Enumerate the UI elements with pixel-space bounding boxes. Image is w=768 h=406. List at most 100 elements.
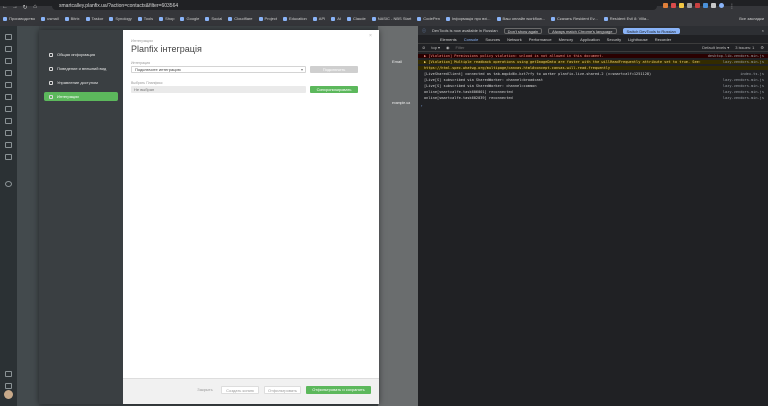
- console-source-link[interactable]: lazy-vendors.min.js: [723, 78, 764, 82]
- modal-nav-item[interactable]: Интеграции: [44, 92, 118, 101]
- bookmark-item[interactable]: Інформація про вхі...: [445, 16, 491, 21]
- bookmark-item[interactable]: Tools: [137, 16, 153, 21]
- rail-icon[interactable]: [5, 142, 12, 148]
- issues-badge[interactable]: 3 issues: 1: [735, 45, 754, 50]
- console-source-link[interactable]: lazy-vendors.min.js: [723, 90, 764, 94]
- devtools-tab-network[interactable]: Network: [507, 37, 522, 42]
- integration-select[interactable]: Подключите интеграцию ▾: [131, 66, 306, 73]
- close-icon[interactable]: ×: [369, 33, 372, 39]
- extension-icon[interactable]: [679, 3, 684, 8]
- bookmark-item[interactable]: Производство: [3, 16, 35, 21]
- bookmark-item[interactable]: CodePen: [417, 16, 440, 21]
- filter-input[interactable]: Filter: [455, 44, 697, 51]
- bookmark-item[interactable]: Education: [282, 16, 307, 21]
- extension-icon[interactable]: [687, 3, 692, 8]
- clear-console-icon[interactable]: ⊘: [422, 45, 425, 50]
- rail-icon[interactable]: [5, 46, 12, 52]
- devtools-tab-application[interactable]: Application: [580, 37, 600, 42]
- modal-nav-item[interactable]: Управление доступом: [44, 78, 118, 87]
- avatar-icon[interactable]: [719, 3, 724, 8]
- connect-button[interactable]: Подключить: [310, 66, 358, 73]
- eye-icon[interactable]: ◉: [446, 45, 450, 50]
- console-source-link[interactable]: lazy-vendors.min.js: [723, 60, 764, 64]
- rail-icon[interactable]: [5, 106, 12, 112]
- bookmark-item[interactable]: Cloudflare: [228, 16, 253, 21]
- rail-icon[interactable]: [5, 70, 12, 76]
- rail-icon[interactable]: [5, 82, 12, 88]
- console-source-link[interactable]: desktop-lib-vendors.min.js: [708, 54, 764, 58]
- levels-select[interactable]: Default levels ▾: [702, 45, 729, 50]
- bookmark-item[interactable]: Taskor: [85, 16, 103, 21]
- devtools-tab-elements[interactable]: Elements: [440, 37, 457, 42]
- modal-nav-item[interactable]: Поведение и внешний вид: [44, 64, 118, 73]
- extension-icon[interactable]: [695, 3, 700, 8]
- context-select[interactable]: top ▾: [431, 45, 440, 50]
- rail-icon[interactable]: [5, 58, 12, 64]
- dont-show-button[interactable]: Don't show again: [503, 27, 543, 34]
- bookmark-item[interactable]: Google: [180, 16, 199, 21]
- bookmark-item[interactable]: Project: [258, 16, 277, 21]
- devtools-tab-security[interactable]: Security: [607, 37, 621, 42]
- console-source-link[interactable]: index-ts.js: [740, 72, 764, 76]
- devtools-tab-memory[interactable]: Memory: [559, 37, 573, 42]
- bookmark-item[interactable]: API: [312, 16, 325, 21]
- menu-icon[interactable]: ⋮: [727, 3, 737, 10]
- rail-icon[interactable]: [5, 383, 12, 389]
- profile-icon[interactable]: [711, 3, 716, 8]
- console-source-link[interactable]: lazy-vendors.min.js: [723, 84, 764, 88]
- planfix-select[interactable]: Не выбран: [131, 86, 306, 93]
- devtools-tab-recorder[interactable]: Recorder: [655, 37, 671, 42]
- forward-icon[interactable]: →: [10, 4, 20, 10]
- page-title: Planfix інтеграція: [131, 44, 202, 54]
- extension-icon[interactable]: [671, 3, 676, 8]
- rail-icon[interactable]: [5, 371, 12, 377]
- devtools-tab-sources[interactable]: Sources: [485, 37, 500, 42]
- sync-button[interactable]: Синхронизировать: [310, 86, 358, 93]
- console-message: [Live[S] subscribed via SharedWorker: ch…: [424, 78, 543, 82]
- bookmark-item[interactable]: Ваш онлайн workflow...: [496, 16, 545, 21]
- home-icon[interactable]: ⌂: [30, 4, 40, 10]
- create-copy-button[interactable]: Создать копию: [221, 386, 259, 394]
- modal-nav-item[interactable]: Общая информация: [44, 50, 118, 59]
- all-bookmarks[interactable]: Все закладки: [739, 14, 764, 23]
- rail-icon[interactable]: [5, 34, 12, 40]
- bookmark-item[interactable]: Claude: [347, 16, 366, 21]
- bookmark-item[interactable]: Shop: [159, 16, 174, 21]
- cancel-button[interactable]: Закрыть: [193, 386, 217, 394]
- extension-icon[interactable]: [663, 3, 668, 8]
- bookmark-item[interactable]: usmail: [41, 16, 59, 21]
- match-language-button[interactable]: Always match Chrome's language: [548, 27, 617, 34]
- devtools-tab-performance[interactable]: Performance: [529, 37, 552, 42]
- bookmark-item[interactable]: Скачать Resident Ev...: [550, 16, 598, 21]
- console-source-link[interactable]: lazy-vendors.min.js: [723, 96, 764, 100]
- back-icon[interactable]: ←: [0, 4, 10, 10]
- bookmark-label: NASIC - NBS Start: [377, 16, 412, 21]
- gear-icon[interactable]: ⚙: [760, 45, 764, 50]
- bookmark-label: Скачать Resident Ev...: [556, 16, 598, 21]
- reload-icon[interactable]: ↻: [20, 4, 30, 11]
- bookmark-item[interactable]: NASIC - NBS Start: [371, 16, 412, 21]
- switch-language-button[interactable]: Switch DevTools to Russian: [622, 27, 680, 34]
- filter-button[interactable]: Отфильтровать: [264, 386, 301, 394]
- folder-icon: [109, 16, 114, 21]
- bookmark-item[interactable]: Bitrix: [64, 16, 80, 21]
- add-icon[interactable]: [5, 181, 12, 187]
- bookmark-item[interactable]: Resident Evil 8: Villa...: [603, 16, 649, 21]
- devtools-tab-lighthouse[interactable]: Lighthouse: [628, 37, 648, 42]
- rail-icon[interactable]: [5, 154, 12, 160]
- folder-icon: [550, 16, 555, 21]
- address-bar[interactable]: smartcalley.planfix.ua/?action=contacts&…: [52, 2, 657, 10]
- bookmark-item[interactable]: AI: [331, 16, 341, 21]
- devtools-tab-console[interactable]: Console: [464, 37, 479, 42]
- extension-icon[interactable]: [703, 3, 708, 8]
- close-icon[interactable]: ×: [762, 28, 764, 33]
- console-prompt[interactable]: ›: [421, 103, 422, 108]
- bookmark-item[interactable]: Social: [205, 16, 222, 21]
- rail-icon[interactable]: [5, 94, 12, 100]
- bookmark-label: Synology: [115, 16, 132, 21]
- save-button[interactable]: Отфильтровать и сохранить: [306, 386, 371, 394]
- rail-icon[interactable]: [5, 118, 12, 124]
- rail-icon[interactable]: [5, 130, 12, 136]
- bookmark-item[interactable]: Synology: [109, 16, 132, 21]
- avatar[interactable]: [4, 390, 13, 399]
